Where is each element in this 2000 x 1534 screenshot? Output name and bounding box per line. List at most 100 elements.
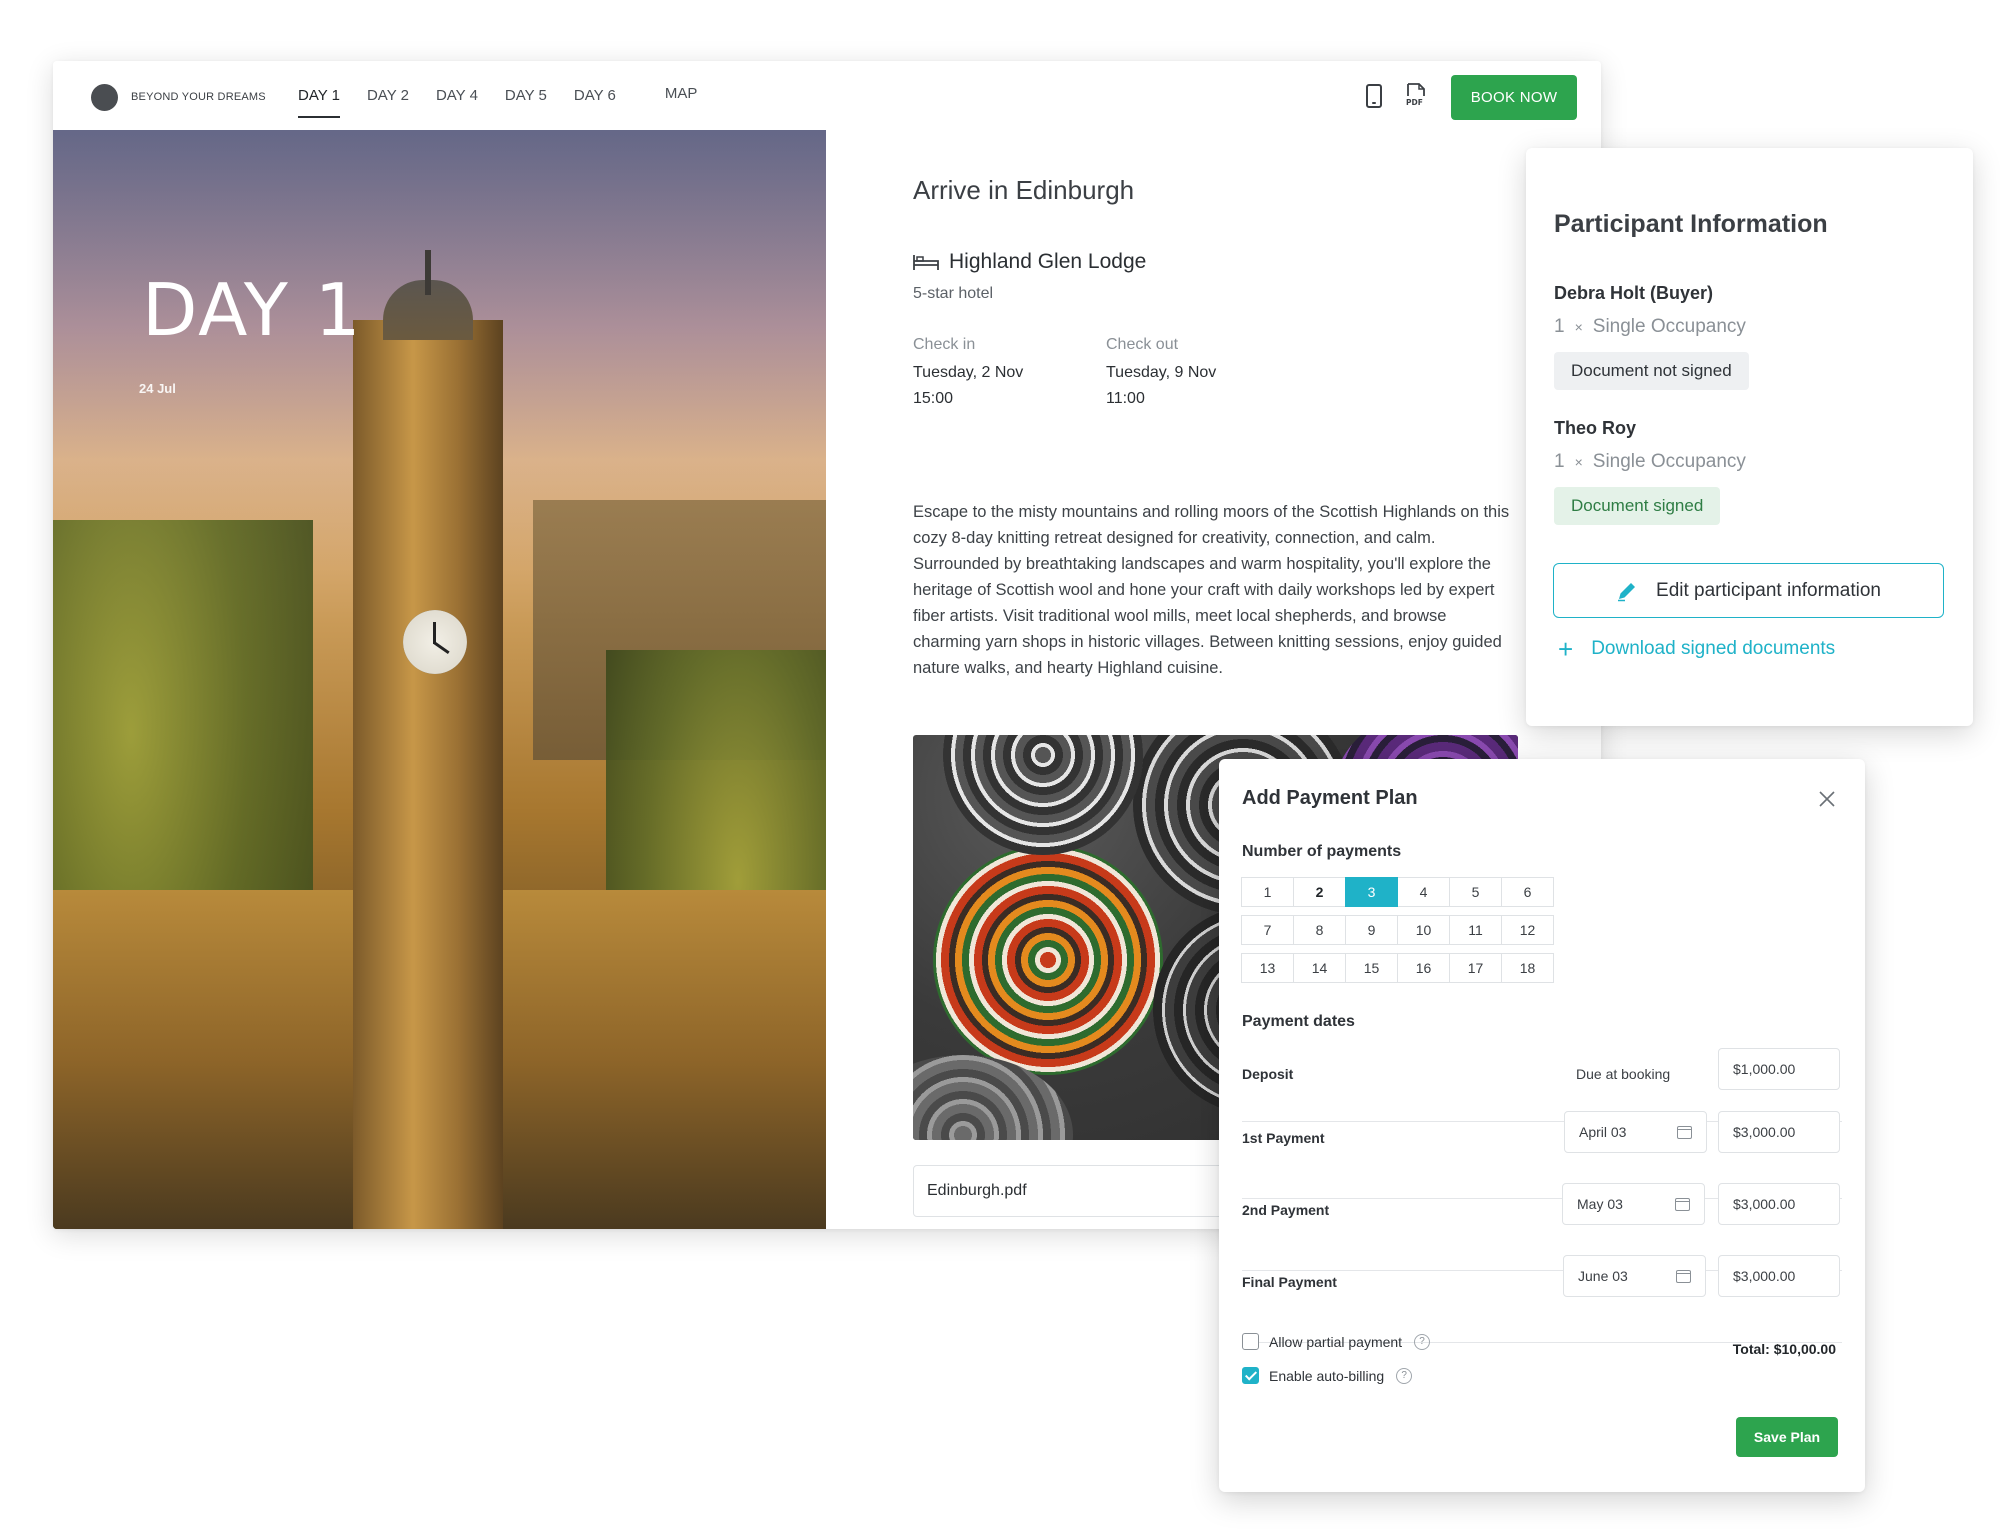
tab-day-5[interactable]: DAY 5 [505,61,547,130]
hotel-type: 5-star hotel [913,285,994,302]
payment-count-option[interactable]: 1 [1241,877,1294,907]
payment-dates-label: Payment dates [1242,1013,1355,1030]
participant-name: Theo Roy [1554,418,1637,438]
hotel-name: Highland Glen Lodge [949,250,1147,273]
payment-label: 1st Payment [1242,1130,1325,1146]
edit-participant-label: Edit participant information [1656,579,1881,601]
deposit-amount-input[interactable]: $1,000.00 [1718,1048,1840,1090]
participant-occupancy: 1 × Single Occupancy [1554,316,1749,338]
payment-amount-input[interactable]: $3,000.00 [1718,1111,1840,1153]
payment-label: 2nd Payment [1242,1202,1330,1218]
clock-face [403,610,467,674]
auto-billing-checkbox[interactable] [1242,1367,1259,1384]
allow-partial-row: Allow partial payment ? [1242,1333,1431,1350]
payment-count-option[interactable]: 17 [1449,953,1502,983]
payment-count-option[interactable]: 3 [1345,877,1398,907]
payment-date-input[interactable]: June 03 [1563,1255,1706,1297]
payment-count-option[interactable]: 14 [1293,953,1346,983]
payment-count-option[interactable]: 12 [1501,915,1554,945]
payment-count-option[interactable]: 8 [1293,915,1346,945]
download-label: Download signed documents [1591,638,1836,659]
status-badge-not-signed: Document not signed [1554,352,1749,390]
tab-day-4[interactable]: DAY 4 [436,61,478,130]
pencil-icon [1618,582,1636,601]
payment-date-value: June 03 [1578,1268,1628,1284]
calendar-icon [1677,1125,1692,1139]
mobile-preview-icon[interactable] [1366,84,1382,108]
check-in-block: Check in Tuesday, 2 Nov 15:00 [913,336,1023,412]
status-badge-signed: Document signed [1554,487,1721,525]
payment-count-option[interactable]: 16 [1397,953,1450,983]
payment-count-option[interactable]: 7 [1241,915,1294,945]
payment-count-option[interactable]: 13 [1241,953,1294,983]
payment-count-option[interactable]: 11 [1449,915,1502,945]
check-out-date: Tuesday, 9 Nov [1106,364,1217,381]
payment-date-value: April 03 [1579,1124,1627,1140]
deposit-due: Due at booking [1576,1066,1671,1082]
help-icon[interactable]: ? [1396,1367,1413,1384]
payment-label: Final Payment [1242,1274,1337,1290]
brand-logo[interactable] [91,84,118,111]
occupancy-type: Single Occupancy [1592,451,1746,472]
check-in-time: 15:00 [913,390,954,407]
brand-name: BEYOND YOUR DREAMS [131,91,266,103]
number-of-payments-label: Number of payments [1242,843,1402,860]
hero-image: DAY 1 24 Jul [53,130,826,1229]
payment-amount-input[interactable]: $3,000.00 [1718,1183,1840,1225]
check-out-block: Check out Tuesday, 9 Nov 11:00 [1106,336,1216,412]
calendar-icon [1676,1269,1691,1283]
allow-partial-checkbox[interactable] [1242,1333,1259,1350]
pdf-download-icon[interactable]: PDF [1406,83,1426,107]
pdf-label: PDF [1406,98,1423,107]
download-signed-documents-link[interactable]: + Download signed documents [1558,636,1836,662]
payment-date-input[interactable]: April 03 [1564,1111,1707,1153]
participant-theo: Theo Roy 1 × Single Occupancy Document sig… [1554,418,1746,525]
payment-row-final: Final Payment June 03 $3,000.00 [1242,1255,1842,1343]
auto-billing-row: Enable auto-billing ? [1242,1367,1413,1384]
allow-partial-label: Allow partial payment [1269,1333,1403,1350]
payment-amount-input[interactable]: $3,000.00 [1718,1255,1840,1297]
hero-day-title: DAY 1 [142,268,363,352]
day-title: Arrive in Edinburgh [913,175,1135,205]
payment-row-1: 1st Payment April 03 $3,000.00 [1242,1111,1842,1199]
tab-map[interactable]: MAP [665,61,698,128]
check-out-label: Check out [1106,336,1179,353]
deposit-label: Deposit [1242,1066,1294,1082]
payment-count-option[interactable]: 6 [1501,877,1554,907]
payment-total: Total: $10,00.00 [1732,1341,1836,1357]
edit-participant-button[interactable]: Edit participant information [1553,563,1944,618]
participant-debra: Debra Holt (Buyer) 1 × Single Occupancy Do… [1554,283,1749,390]
help-icon[interactable]: ? [1414,1333,1431,1350]
check-in-label: Check in [913,336,976,353]
top-navbar: BEYOND YOUR DREAMS DAY 1 DAY 2 DAY 4 DAY… [53,61,1601,130]
add-payment-plan-modal: Add Payment Plan Number of payments 1234… [1219,759,1865,1492]
payment-date-value: May 03 [1577,1196,1623,1212]
book-now-button[interactable]: BOOK NOW [1451,75,1577,120]
occupancy-type: Single Occupancy [1592,316,1746,337]
participant-title: Participant Information [1554,210,1828,238]
check-in-date: Tuesday, 2 Nov [913,364,1024,381]
payment-count-option[interactable]: 4 [1397,877,1450,907]
occupancy-qty: 1 [1554,451,1565,472]
payment-count-option[interactable]: 5 [1449,877,1502,907]
yarn-roll [933,845,1163,1075]
tab-day-2[interactable]: DAY 2 [367,61,409,130]
participant-info-card: Participant Information Debra Holt (Buye… [1526,148,1973,726]
payment-date-input[interactable]: May 03 [1562,1183,1705,1225]
participant-name: Debra Holt (Buyer) [1554,283,1714,303]
close-icon[interactable] [1817,789,1837,809]
tab-day-1[interactable]: DAY 1 [298,61,340,130]
payment-count-option[interactable]: 18 [1501,953,1554,983]
payment-count-option[interactable]: 15 [1345,953,1398,983]
payment-count-option[interactable]: 9 [1345,915,1398,945]
tab-day-6[interactable]: DAY 6 [574,61,616,130]
yarn-roll [943,735,1143,855]
payment-row-2: 2nd Payment May 03 $3,000.00 [1242,1183,1842,1271]
payment-count-option[interactable]: 10 [1397,915,1450,945]
save-plan-button[interactable]: Save Plan [1736,1417,1838,1457]
participant-occupancy: 1 × Single Occupancy [1554,451,1746,473]
times-icon: × [1574,454,1583,470]
day-description: Escape to the misty mountains and rollin… [913,503,1510,677]
payment-count-option[interactable]: 2 [1293,877,1346,907]
check-out-time: 11:00 [1106,390,1145,407]
